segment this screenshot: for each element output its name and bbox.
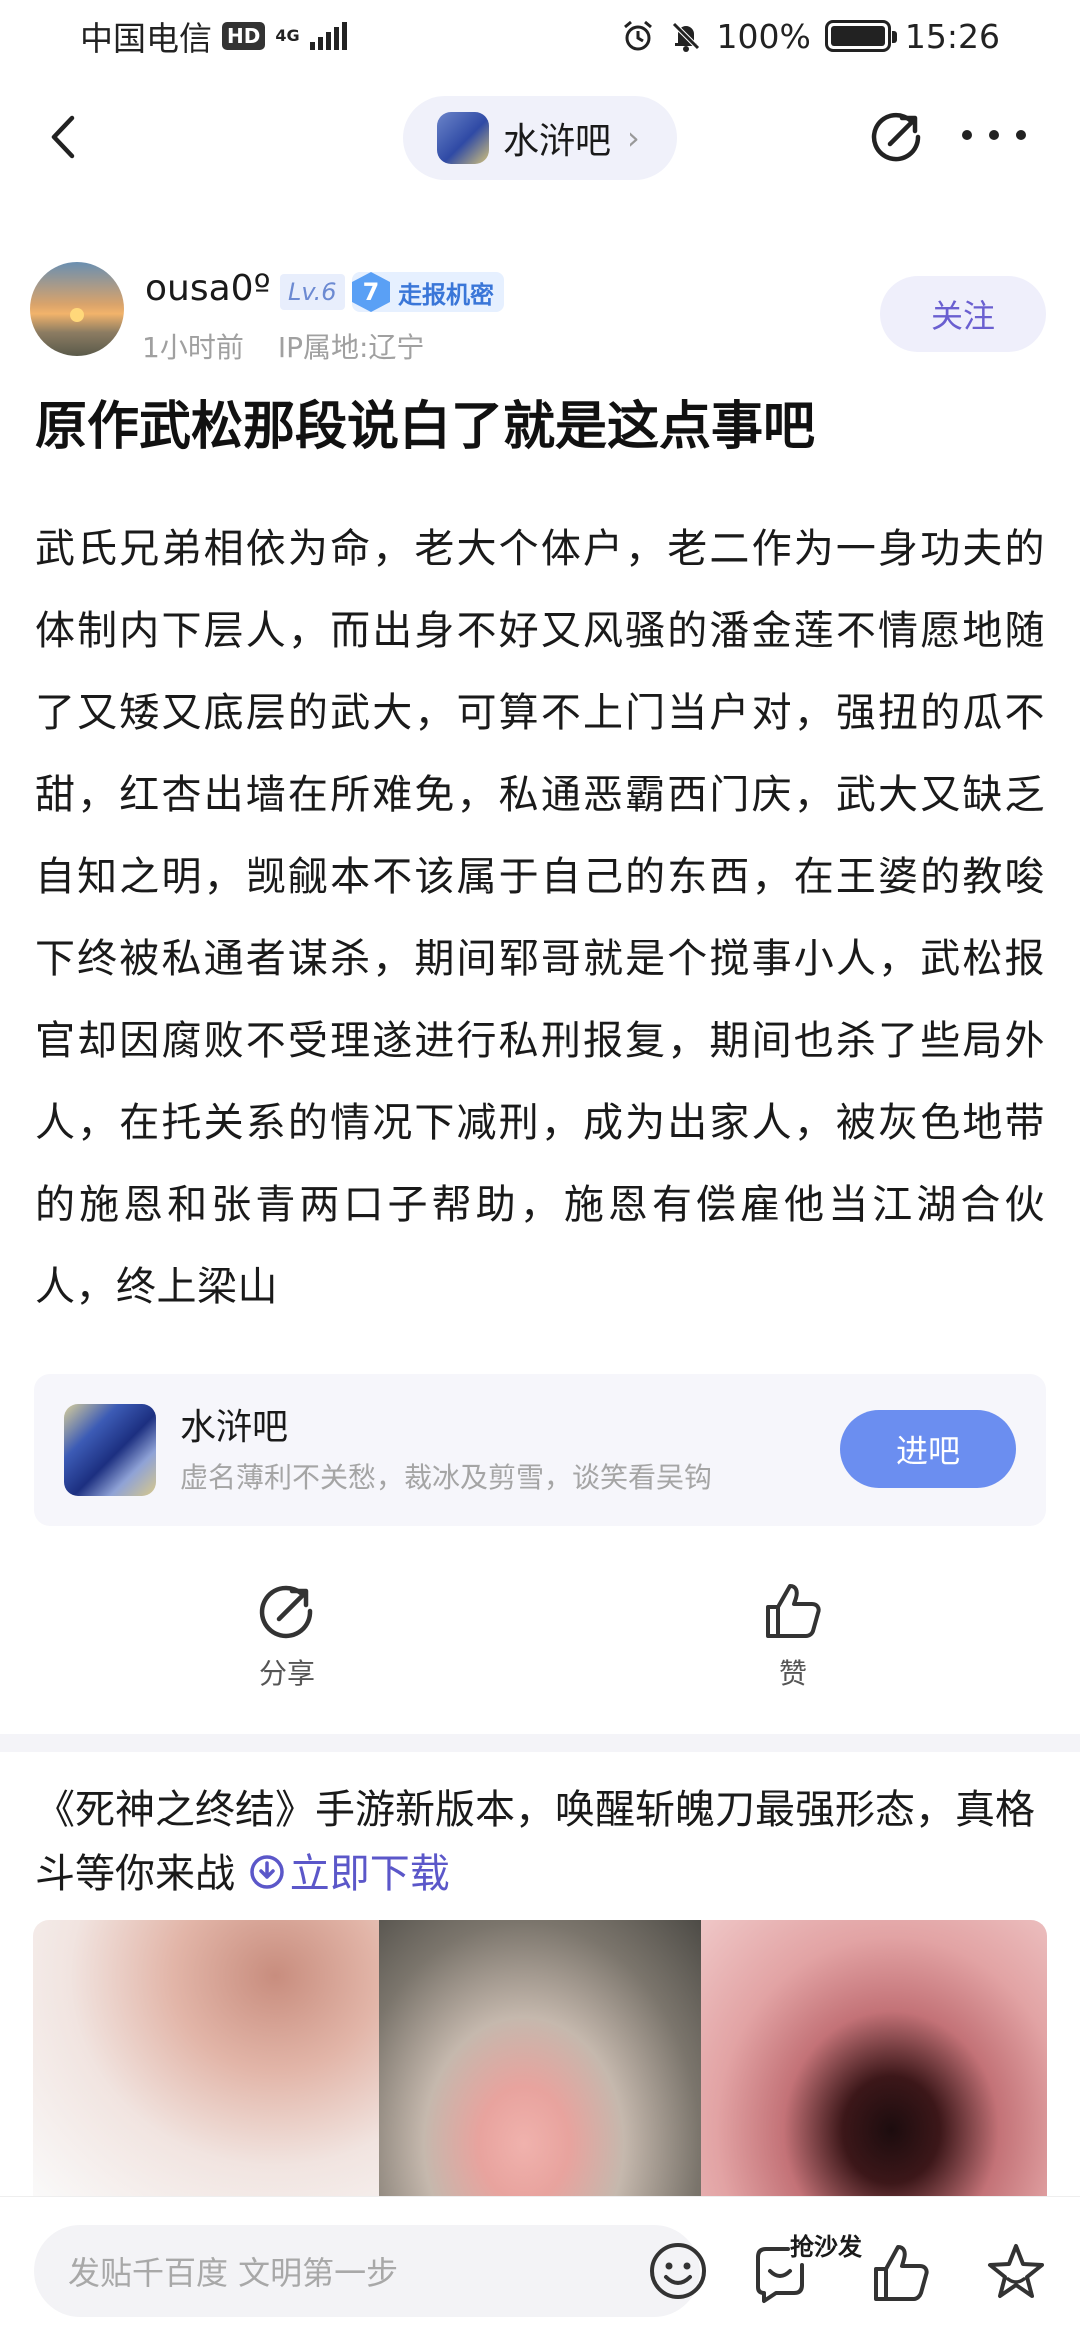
title-text: 走报机密 [398, 280, 494, 309]
avatar[interactable] [30, 262, 124, 356]
like-action[interactable]: 赞 [723, 1580, 863, 1692]
ad-image-3[interactable] [701, 1920, 1047, 2200]
ad-image-2[interactable] [379, 1920, 701, 2200]
chevron-right-icon: › [627, 119, 640, 157]
share-action[interactable]: 分享 [217, 1580, 357, 1692]
more-icon[interactable] [962, 120, 1026, 150]
forum-logo [437, 112, 489, 164]
battery-percent: 100% [716, 16, 811, 56]
status-bar: 中国电信 HD 4G 100% 15:26 [0, 0, 1080, 72]
share-label: 分享 [258, 1657, 315, 1690]
mute-bell-icon [671, 22, 700, 52]
alarm-icon [623, 20, 652, 51]
clock: 15:26 [904, 16, 1000, 56]
forum-card[interactable]: 水浒吧 虚名薄利不关愁，裁冰及剪雪，谈笑看吴钩 进吧 [34, 1374, 1046, 1526]
post-title: 原作武松那段说白了就是这点事吧 [35, 397, 816, 457]
ad-image-1[interactable] [33, 1920, 379, 2200]
like-label: 赞 [778, 1657, 807, 1690]
emoji-icon[interactable] [646, 2239, 710, 2303]
network-type: 4G [275, 26, 300, 45]
carrier-name: 中国电信 [80, 19, 212, 58]
forum-chip[interactable]: 水浒吧 › [403, 96, 677, 180]
author-name[interactable]: ousa0º [145, 268, 271, 309]
status-left: 中国电信 HD 4G [80, 12, 347, 60]
forum-card-logo [64, 1404, 156, 1496]
title-badge: 7 走报机密 [352, 272, 504, 312]
download-label: 立即下载 [289, 1851, 450, 1897]
download-link[interactable]: 立即下载 [248, 1851, 450, 1897]
star-icon[interactable] [984, 2241, 1048, 2305]
comment-placeholder: 发贴千百度 文明第一步 [68, 2254, 399, 2292]
comment-input[interactable]: 发贴千百度 文明第一步 [34, 2225, 706, 2317]
post-body: 武氏兄弟相依为命，老大个体户，老二作为一身功夫的体制内下层人，而出身不好又风骚的… [35, 526, 1045, 1310]
share-icon[interactable] [868, 108, 926, 166]
ad-block[interactable]: 《死神之终结》手游新版本，唤醒斩魄刀最强形态，真格斗等你来战 立即下载 [35, 1778, 1045, 1906]
download-icon [249, 1855, 284, 1889]
title-level: 7 [352, 272, 390, 312]
forum-card-slogan: 虚名薄利不关愁，裁冰及剪雪，谈笑看吴钩 [180, 1461, 713, 1494]
hd-badge: HD [222, 22, 266, 50]
section-divider [0, 1734, 1080, 1752]
post-meta: 1小时前 IP属地:辽宁 [142, 326, 424, 366]
battery-icon [824, 20, 897, 52]
share-icon [259, 1585, 313, 1639]
sofa-label: 抢沙发 [790, 2233, 862, 2261]
ip-location: IP属地:辽宁 [277, 331, 425, 364]
level-badge: Lv.6 [280, 274, 345, 310]
enter-forum-button[interactable]: 进吧 [840, 1410, 1016, 1488]
battery-fill [830, 26, 885, 46]
ad-images[interactable] [33, 1920, 1047, 2200]
back-icon[interactable] [40, 112, 90, 162]
forum-chip-name: 水浒吧 [503, 121, 612, 162]
like-icon[interactable] [870, 2241, 934, 2305]
post-time: 1小时前 [142, 331, 244, 364]
top-nav: 水浒吧 › [0, 92, 1080, 184]
thumbs-up-icon [766, 1584, 821, 1638]
follow-button[interactable]: 关注 [880, 276, 1046, 352]
ad-text: 《死神之终结》手游新版本，唤醒斩魄刀最强形态，真格斗等你来战 [35, 1787, 1035, 1897]
bottom-bar: 发贴千百度 文明第一步 抢沙发 [0, 2196, 1080, 2340]
signal-icon [309, 22, 347, 50]
forum-card-name: 水浒吧 [180, 1407, 289, 1448]
status-right: 100% 15:26 [621, 17, 1000, 56]
